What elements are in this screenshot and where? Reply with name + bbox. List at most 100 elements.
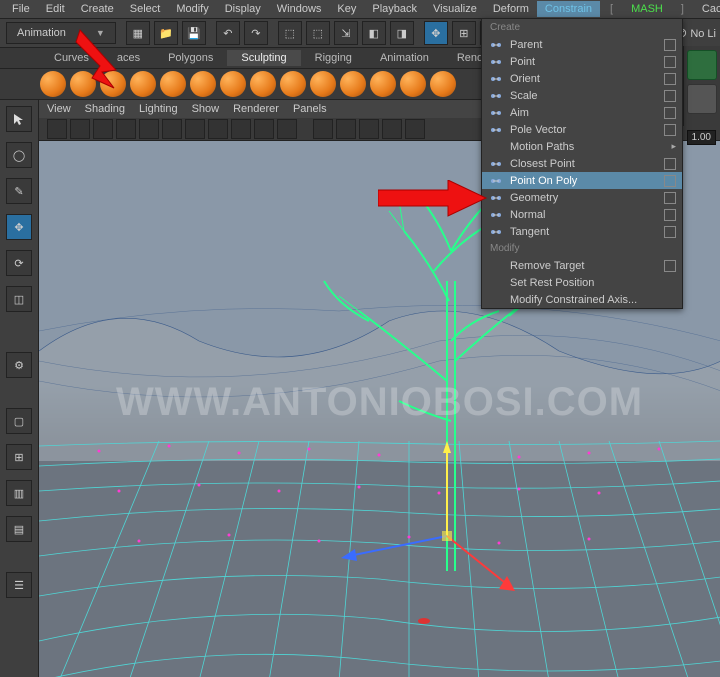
menu-item-remove-target[interactable]: Remove Target [482,257,682,274]
option-box-icon[interactable] [664,73,676,85]
paint-select-icon[interactable]: ✎ [6,178,32,204]
menu-display[interactable]: Display [217,1,269,17]
sculpt-brush-icon[interactable] [250,71,276,97]
sculpt-brush-icon[interactable] [130,71,156,97]
shelf-tab-animation[interactable]: Animation [366,50,443,66]
select-mask-icon[interactable]: ⬚ [278,21,302,45]
option-box-icon[interactable] [664,209,676,221]
field-value[interactable]: 1.00 [687,130,716,145]
select-tool-icon[interactable] [6,106,32,132]
vp-menu-panels[interactable]: Panels [293,103,327,115]
vp-menu-lighting[interactable]: Lighting [139,103,178,115]
scale-tool-icon[interactable]: ◫ [6,286,32,312]
option-box-icon[interactable] [664,39,676,51]
option-box-icon[interactable] [664,226,676,238]
vp-menu-renderer[interactable]: Renderer [233,103,279,115]
menu-item-pole-vector[interactable]: Pole Vector [482,121,682,138]
vp-ao-icon[interactable] [382,119,402,139]
vp-motion-blur-icon[interactable] [405,119,425,139]
channel-box-tab-icon[interactable] [687,50,717,80]
select-mask-icon-2[interactable]: ⬚ [306,21,330,45]
sculpt-brush-icon[interactable] [310,71,336,97]
sculpt-brush-icon[interactable] [400,71,426,97]
snap-grid-icon[interactable]: ⊞ [452,21,476,45]
vp-bookmark-icon[interactable] [70,119,90,139]
menu-item-tangent[interactable]: Tangent [482,223,682,240]
menu-create[interactable]: Create [73,1,122,17]
vp-xray-joints-icon[interactable] [359,119,379,139]
save-scene-icon[interactable]: 💾 [182,21,206,45]
object-mask-icon[interactable]: ◧ [362,21,386,45]
vp-gate-icon[interactable] [116,119,136,139]
redo-icon[interactable]: ↷ [244,21,268,45]
menu-file[interactable]: File [4,1,38,17]
menu-item-parent[interactable]: Parent [482,36,682,53]
option-box-icon[interactable] [664,90,676,102]
menu-item-geometry[interactable]: Geometry [482,189,682,206]
sculpt-brush-icon[interactable] [220,71,246,97]
vp-grid-icon[interactable] [162,119,182,139]
component-mask-icon[interactable]: ◨ [390,21,414,45]
menu-item-point[interactable]: Point [482,53,682,70]
menu-constrain[interactable]: Constrain [537,1,600,17]
vp-gate-icon[interactable] [139,119,159,139]
shelf-tab-polygons[interactable]: Polygons [154,50,227,66]
vp-light-icon[interactable] [254,119,274,139]
option-box-icon[interactable] [664,260,676,272]
menu-item-modify-constrained-axis-[interactable]: Modify Constrained Axis... [482,291,682,308]
menu-edit[interactable]: Edit [38,1,73,17]
layout-misc-icon[interactable]: ▥ [6,480,32,506]
menu-modify[interactable]: Modify [168,1,216,17]
menu-item-point-on-poly[interactable]: Point On Poly [482,172,682,189]
layout-misc-icon[interactable]: ▤ [6,516,32,542]
option-box-icon[interactable] [664,56,676,68]
move-tool-icon[interactable]: ✥ [6,214,32,240]
sculpt-brush-icon[interactable] [40,71,66,97]
outliner-toggle-icon[interactable]: ☰ [6,572,32,598]
undo-icon[interactable]: ↶ [216,21,240,45]
last-tool-icon[interactable]: ⚙ [6,352,32,378]
vp-tex-icon[interactable] [231,119,251,139]
shelf-tab-sculpting[interactable]: Sculpting [227,50,300,66]
hierarchy-icon[interactable]: ⇲ [334,21,358,45]
menu-item-motion-paths[interactable]: Motion Paths▸ [482,138,682,155]
vp-xray-icon[interactable] [336,119,356,139]
menu-item-set-rest-position[interactable]: Set Rest Position [482,274,682,291]
menu-item-closest-point[interactable]: Closest Point [482,155,682,172]
vp-shadow-icon[interactable] [277,119,297,139]
sculpt-brush-icon[interactable] [280,71,306,97]
vp-image-plane-icon[interactable] [93,119,113,139]
menu-key[interactable]: Key [329,1,364,17]
option-box-icon[interactable] [664,175,676,187]
option-box-icon[interactable] [664,124,676,136]
menu-playback[interactable]: Playback [364,1,425,17]
lasso-tool-icon[interactable]: ◯ [6,142,32,168]
vp-wire-icon[interactable] [208,119,228,139]
option-box-icon[interactable] [664,158,676,170]
vp-shade-icon[interactable] [185,119,205,139]
rotate-tool-icon[interactable]: ⟳ [6,250,32,276]
snap-move-icon[interactable]: ✥ [424,21,448,45]
sculpt-brush-icon[interactable] [430,71,456,97]
menu-visualize[interactable]: Visualize [425,1,485,17]
option-box-icon[interactable] [664,192,676,204]
layout-four-icon[interactable]: ⊞ [6,444,32,470]
vp-isolate-icon[interactable] [313,119,333,139]
attribute-editor-tab-icon[interactable] [687,84,717,114]
vp-camera-icon[interactable] [47,119,67,139]
vp-menu-show[interactable]: Show [192,103,220,115]
menu-select[interactable]: Select [122,1,169,17]
sculpt-brush-icon[interactable] [190,71,216,97]
vp-menu-view[interactable]: View [47,103,71,115]
menu-item-aim[interactable]: Aim [482,104,682,121]
sculpt-brush-icon[interactable] [340,71,366,97]
menu-item-scale[interactable]: Scale [482,87,682,104]
layout-single-icon[interactable]: ▢ [6,408,32,434]
open-scene-icon[interactable]: 📁 [154,21,178,45]
menu-item-orient[interactable]: Orient [482,70,682,87]
sculpt-brush-icon[interactable] [160,71,186,97]
option-box-icon[interactable] [664,107,676,119]
menu-windows[interactable]: Windows [269,1,330,17]
sculpt-brush-icon[interactable] [370,71,396,97]
menu-mash[interactable]: MASH [623,1,671,17]
